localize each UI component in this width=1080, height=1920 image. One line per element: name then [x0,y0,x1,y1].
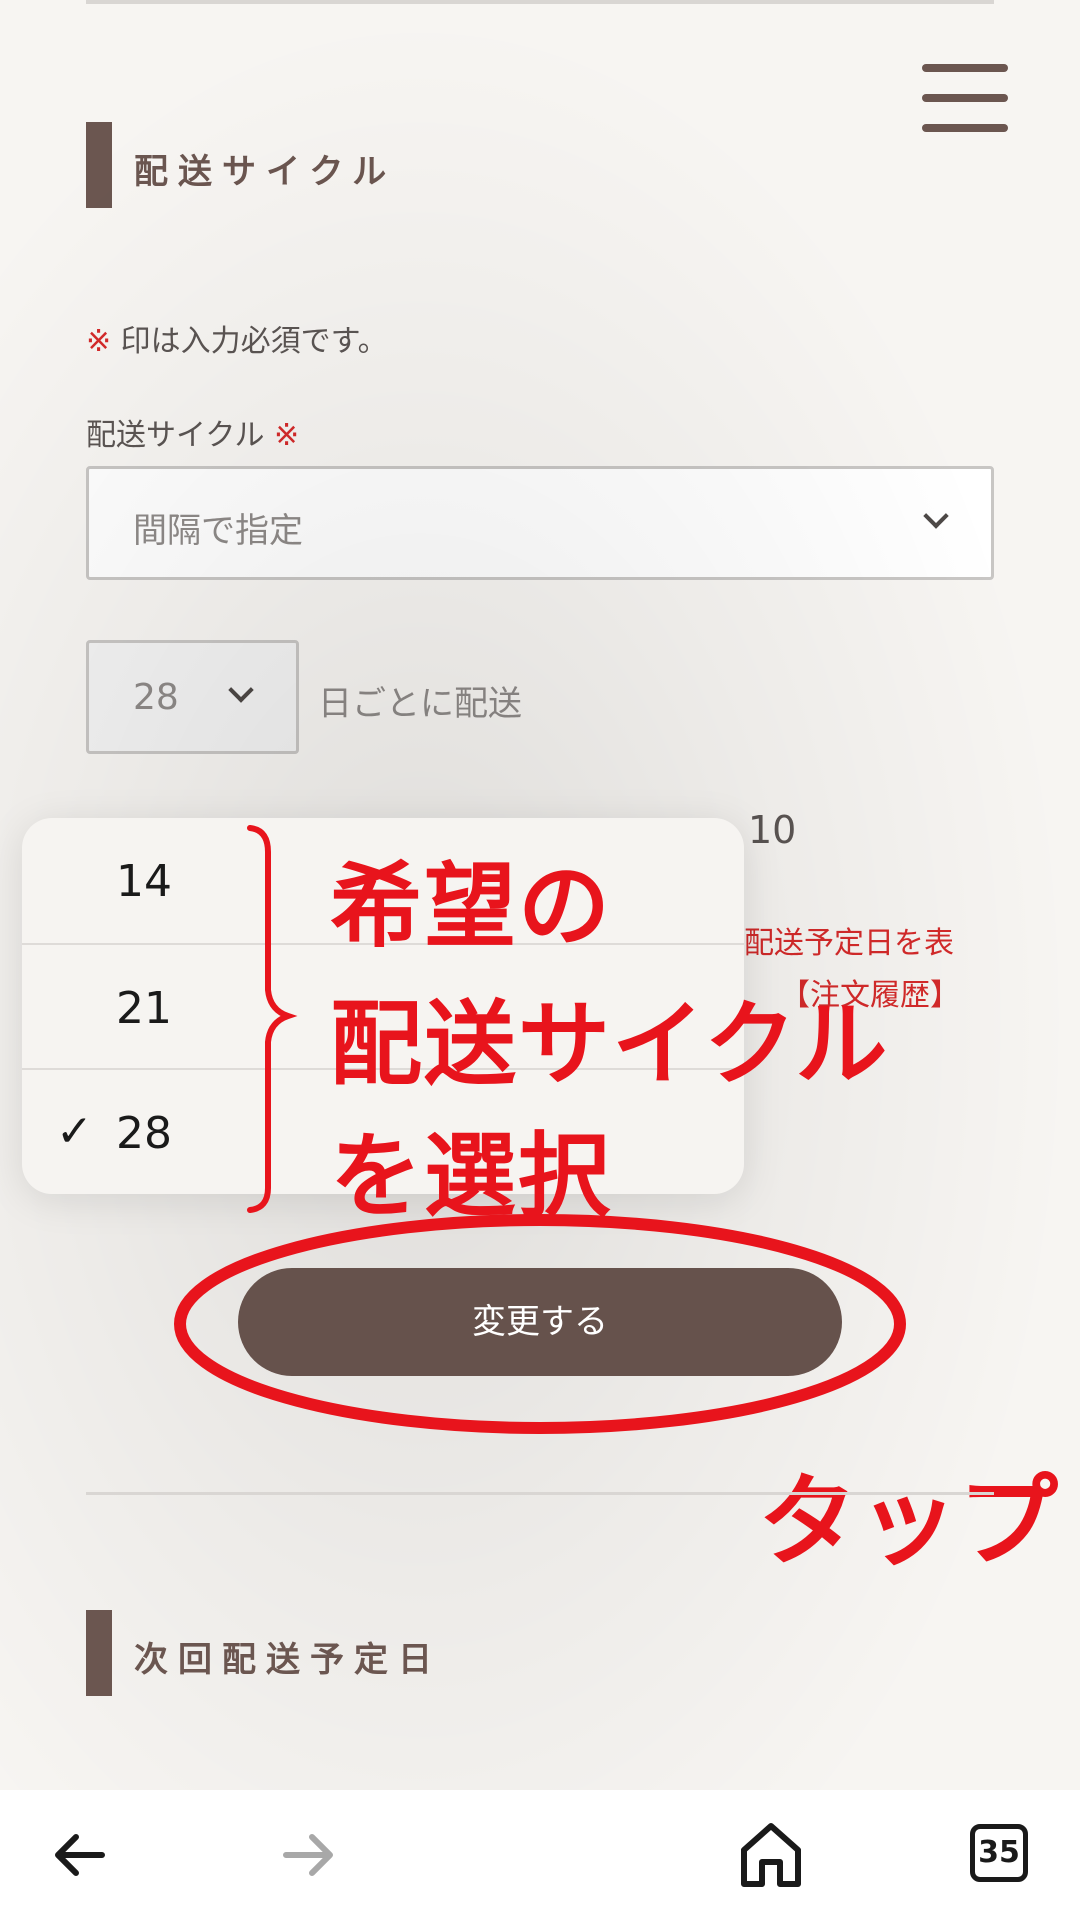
section-divider [86,1492,994,1495]
tab-count: 35 [970,1824,1028,1882]
annotation-line-2: 配送サイクル [330,991,890,1098]
browser-bottom-bar: 35 [0,1790,1080,1920]
section-accent-bar [86,1610,112,1696]
annotation-brace [247,825,298,1213]
annotation-line-3: を選択 [330,1123,613,1230]
annotation-tap: タップ [758,1463,1058,1580]
arrow-right-icon[interactable] [264,1810,354,1900]
annotation-line-1: 希望の [330,853,613,960]
home-icon[interactable] [726,1810,816,1900]
annotation-circle [174,1214,906,1434]
arrow-left-icon[interactable] [34,1810,124,1900]
section-title-next-delivery: 次回配送予定日 [134,1640,442,1680]
tabs-button[interactable]: 35 [954,1810,1044,1900]
